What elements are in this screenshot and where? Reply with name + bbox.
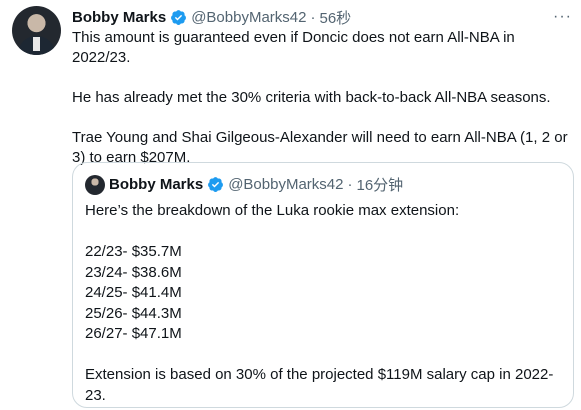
tweet-time[interactable]: 56秒 (319, 7, 351, 28)
salary-line: 26/27- $47.1M (85, 325, 182, 342)
quoted-tweet-time: 16分钟 (356, 177, 404, 194)
quoted-author-avatar (85, 174, 105, 195)
verified-badge-icon (171, 9, 187, 25)
quoted-author-handle: @BobbyMarks42 (228, 176, 344, 193)
avatar-shirt (33, 37, 40, 51)
more-options-icon[interactable]: ··· (553, 8, 572, 26)
quoted-author-name: Bobby Marks (109, 176, 204, 193)
quoted-tweet-text: Here’s the breakdown of the Luka rookie … (85, 201, 560, 406)
quoted-tweet-header: Bobby Marks @BobbyMarks42 · 16分钟 (85, 174, 403, 195)
salary-line: 22/23- $35.7M (85, 243, 182, 260)
author-avatar[interactable] (12, 6, 61, 55)
salary-line: 24/25- $41.4M (85, 284, 182, 301)
verified-badge-icon (208, 177, 224, 192)
separator-dot: · (310, 8, 316, 26)
tweet-text: This amount is guaranteed even if Doncic… (72, 28, 572, 168)
tweet-paragraph-1: This amount is guaranteed even if Doncic… (72, 29, 515, 66)
salary-line: 25/26- $44.3M (85, 304, 182, 322)
tweet-paragraph-2: He has already met the 30% criteria with… (72, 89, 551, 106)
separator-dot: · (347, 176, 353, 193)
quoted-intro: Here’s the breakdown of the Luka rookie … (85, 202, 460, 219)
quoted-tweet-card[interactable]: Bobby Marks @BobbyMarks42 · 16分钟 Here’s … (72, 162, 574, 408)
quoted-footer: Extension is based on 30% of the project… (85, 366, 554, 404)
tweet-header: Bobby Marks @BobbyMarks42 · 56秒 (72, 7, 351, 27)
salary-line: 23/24- $38.6M (85, 263, 182, 281)
author-name[interactable]: Bobby Marks (72, 9, 166, 26)
author-handle[interactable]: @BobbyMarks42 (191, 9, 306, 26)
